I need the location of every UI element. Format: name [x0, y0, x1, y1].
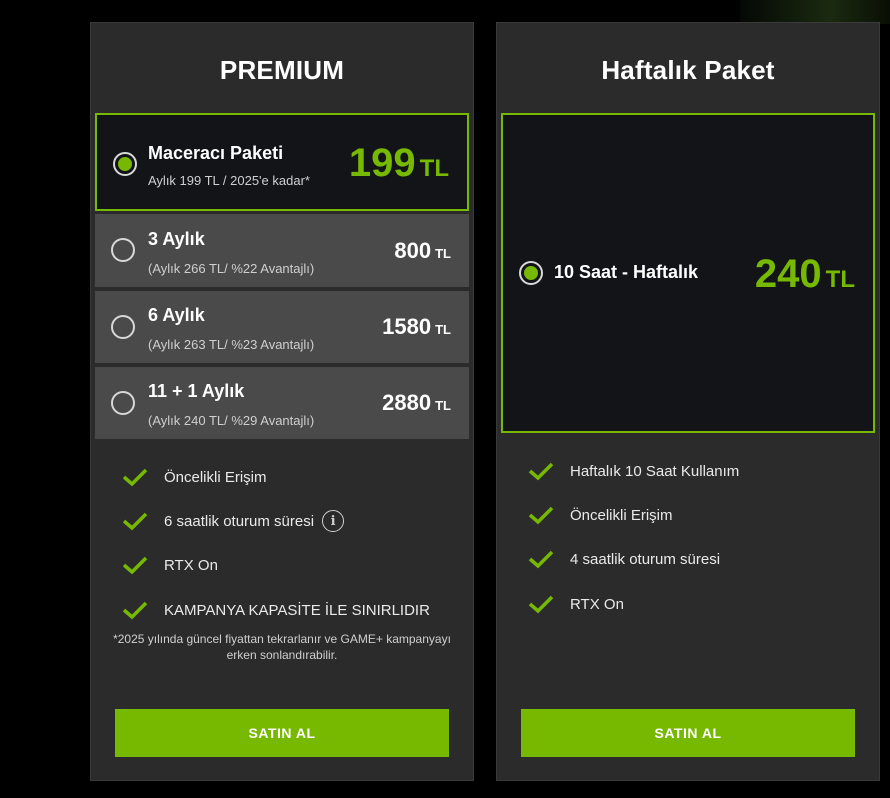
- feature-item: Haftalık 10 Saat Kullanım: [528, 461, 739, 481]
- plan-price: 1580 TL: [382, 314, 451, 340]
- feature-item: 6 saatlik oturum süresi i: [122, 510, 345, 532]
- premium-title: PREMIUM: [219, 55, 345, 85]
- radio-button[interactable]: [111, 315, 135, 339]
- feature-text: 4 saatlik oturum süresi: [570, 550, 721, 568]
- check-icon: [122, 512, 148, 531]
- footnote: *2025 yılında güncel fiyattan tekrarlanı…: [113, 632, 451, 662]
- buy-button-weekly[interactable]: SATIN AL: [521, 709, 855, 757]
- plan-11-1-aylik[interactable]: 11 + 1 Aylık (Aylık 240 TL/ %29 Avantajl…: [95, 367, 469, 439]
- feature-item: RTX On: [122, 555, 218, 575]
- buy-button-premium[interactable]: SATIN AL: [115, 709, 449, 757]
- plan-subtitle: (Aylık 240 TL/ %29 Avantajlı): [148, 413, 315, 428]
- plan-6-aylik[interactable]: 6 Aylık (Aylık 263 TL/ %23 Avantajlı) 15…: [95, 291, 469, 363]
- info-icon[interactable]: i: [322, 510, 345, 532]
- plan-name: 11 + 1 Aylık: [148, 381, 245, 401]
- check-icon: [528, 506, 554, 525]
- feature-item: 4 saatlik oturum süresi: [528, 549, 720, 569]
- check-icon: [122, 556, 148, 575]
- check-icon: [528, 595, 554, 614]
- price-currency: TL: [419, 155, 449, 182]
- check-icon: [122, 601, 148, 620]
- feature-text: RTX On: [164, 556, 218, 574]
- radio-button[interactable]: [111, 238, 135, 262]
- radio-button[interactable]: [111, 391, 135, 415]
- premium-card: PREMIUM Maceracı Paketi Aylık 199 TL / 2…: [90, 22, 474, 781]
- plan-10-saat-haftalik[interactable]: 10 Saat - Haftalık 240 TL: [501, 113, 875, 433]
- price-currency: TL: [435, 246, 451, 261]
- plan-subtitle: (Aylık 266 TL/ %22 Avantajlı): [148, 261, 315, 276]
- price-currency: TL: [435, 398, 451, 413]
- check-icon: [528, 550, 554, 569]
- feature-item: KAMPANYA KAPASİTE İLE SINIRLIDIR: [122, 600, 430, 620]
- feature-item: RTX On: [528, 594, 624, 614]
- plan-3-aylik[interactable]: 3 Aylık (Aylık 266 TL/ %22 Avantajlı) 80…: [95, 214, 469, 287]
- price-value: 1580: [382, 314, 432, 339]
- feature-text: Öncelikli Erişim: [164, 468, 267, 486]
- price-value: 2880: [382, 390, 432, 415]
- feature-item: Öncelikli Erişim: [528, 505, 673, 525]
- radio-button-selected[interactable]: [113, 152, 137, 176]
- feature-item: Öncelikli Erişim: [122, 467, 267, 487]
- price-currency: TL: [825, 266, 855, 293]
- plan-subtitle: (Aylık 263 TL/ %23 Avantajlı): [148, 337, 315, 352]
- feature-text: KAMPANYA KAPASİTE İLE SINIRLIDIR: [164, 601, 430, 619]
- plan-price: 240 TL: [755, 252, 855, 297]
- check-icon: [528, 462, 554, 481]
- price-currency: TL: [435, 322, 451, 337]
- feature-text: 6 saatlik oturum süresi: [164, 512, 315, 530]
- check-icon: [122, 468, 148, 487]
- feature-text: Öncelikli Erişim: [570, 506, 673, 524]
- price-value: 199: [348, 141, 416, 185]
- plan-subtitle: Aylık 199 TL / 2025'e kadar*: [148, 173, 310, 188]
- plan-price: 199 TL: [349, 141, 449, 186]
- price-value: 240: [754, 252, 822, 296]
- plan-name: 10 Saat - Haftalık: [554, 262, 699, 282]
- feature-text: Haftalık 10 Saat Kullanım: [570, 462, 740, 480]
- plan-name: 3 Aylık: [148, 229, 205, 249]
- price-value: 800: [394, 238, 432, 263]
- plan-name: 6 Aylık: [148, 305, 205, 325]
- plan-maceraci[interactable]: Maceracı Paketi Aylık 199 TL / 2025'e ka…: [95, 113, 469, 211]
- weekly-title: Haftalık Paket: [601, 55, 775, 85]
- feature-text: RTX On: [570, 595, 624, 613]
- background-glow: [740, 0, 890, 24]
- weekly-card: Haftalık Paket 10 Saat - Haftalık 240 TL …: [496, 22, 880, 781]
- plan-price: 2880 TL: [382, 390, 451, 416]
- radio-button-selected[interactable]: [519, 261, 543, 285]
- plan-price: 800 TL: [394, 238, 451, 264]
- plan-name: Maceracı Paketi: [148, 143, 284, 163]
